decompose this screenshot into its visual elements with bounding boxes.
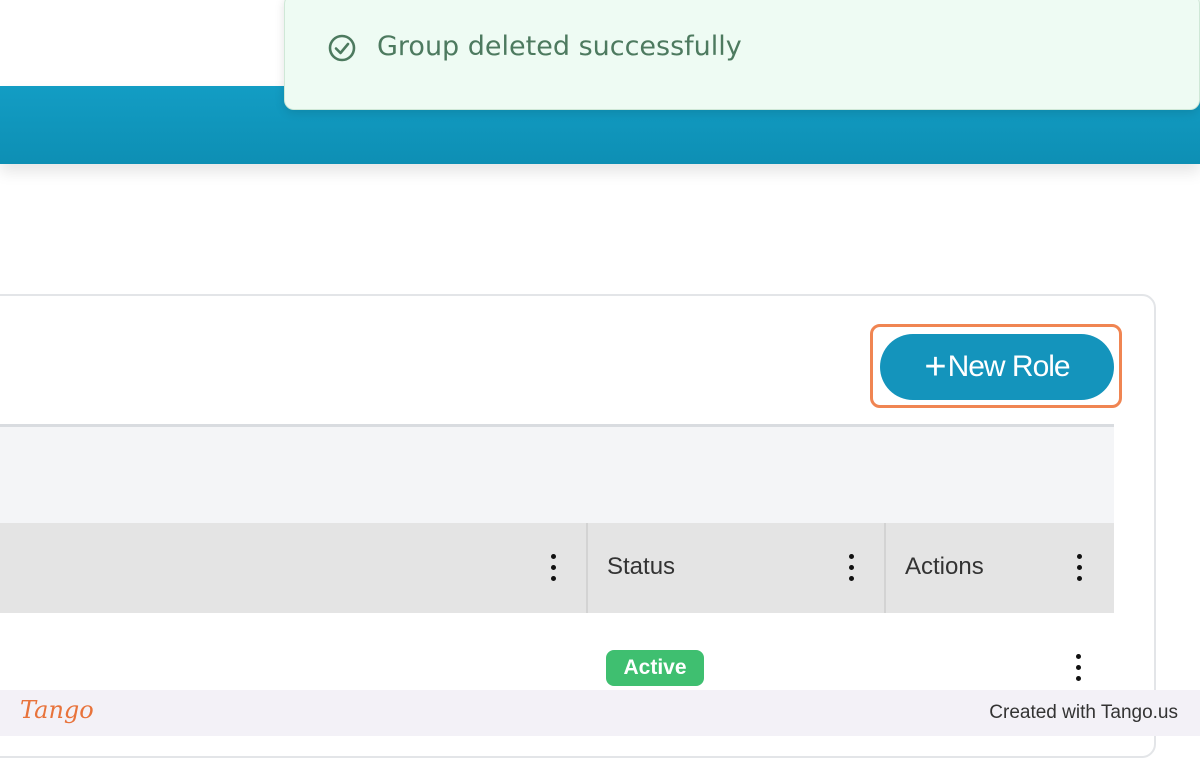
column-menu-icon[interactable] [551, 554, 557, 584]
table-row [0, 613, 1114, 690]
column-header-status[interactable]: Status [607, 553, 675, 581]
tango-credit: Created with Tango.us [989, 702, 1178, 723]
plus-icon: + [924, 346, 946, 388]
column-header-actions[interactable]: Actions [905, 553, 984, 581]
column-menu-icon[interactable] [1077, 554, 1083, 584]
success-toast: Group deleted successfully [284, 0, 1200, 110]
new-role-label: New Role [947, 350, 1071, 383]
tango-footer: Tango Created with Tango.us [0, 690, 1200, 736]
new-role-button[interactable]: + New Role [880, 334, 1114, 400]
toast-message: Group deleted successfully [377, 31, 742, 62]
status-badge: Active [606, 650, 704, 686]
tango-logo: Tango [20, 696, 94, 724]
row-actions-icon[interactable] [1076, 654, 1082, 684]
check-circle-icon [328, 34, 356, 62]
column-menu-icon[interactable] [849, 554, 855, 584]
grid-toolbar [0, 427, 1114, 523]
